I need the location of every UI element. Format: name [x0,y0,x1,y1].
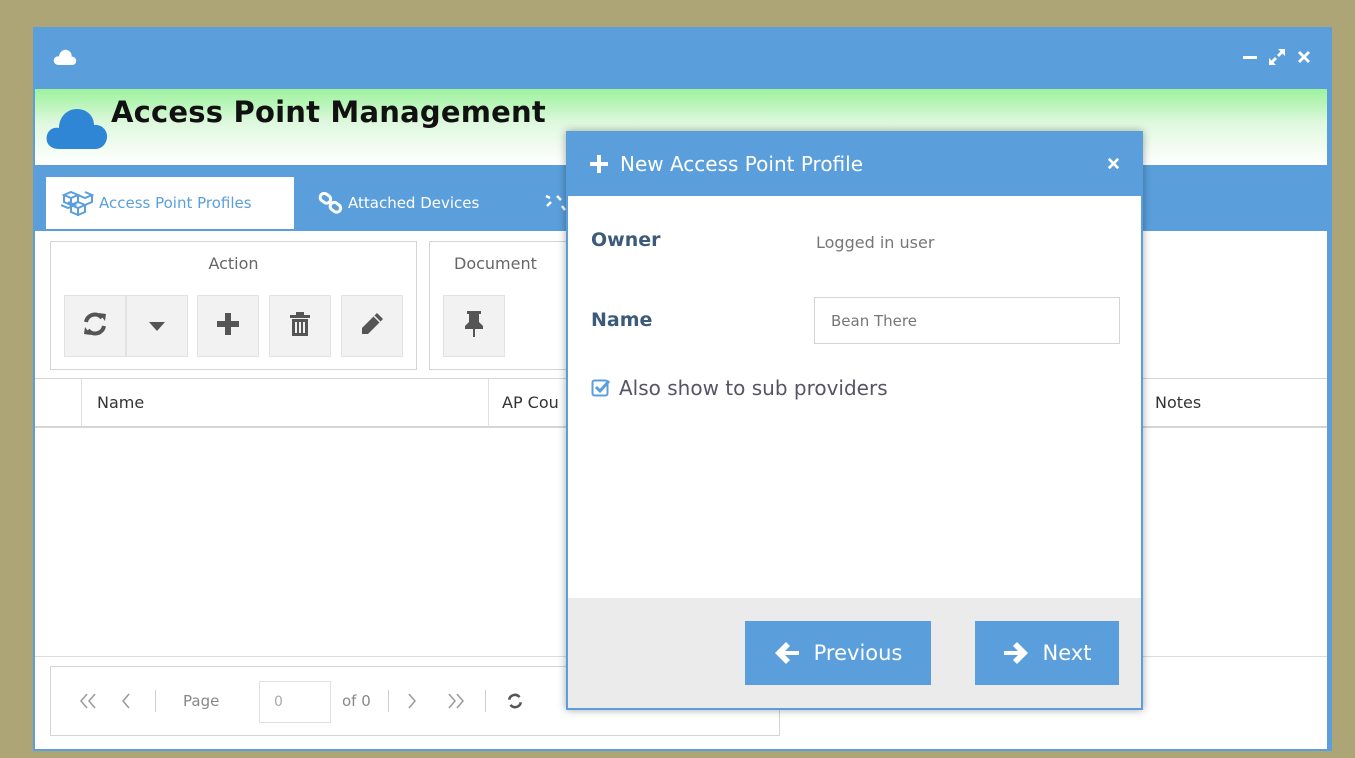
cloud-icon [53,49,77,69]
document-group-label: Document [454,254,537,273]
column-header-ap-count[interactable]: AP Cou [502,379,559,426]
new-profile-dialog: New Access Point Profile Owner Logged in… [566,131,1143,710]
name-field[interactable] [814,297,1120,344]
arrow-right-icon [1003,641,1029,665]
next-button-label: Next [1042,641,1092,665]
tab-attached-devices[interactable]: Attached Devices [308,177,489,229]
dialog-close-icon[interactable] [1106,156,1121,175]
previous-button-label: Previous [813,641,903,665]
plus-icon [216,312,240,340]
page-label: Page [183,692,220,710]
dropdown-button[interactable] [126,295,188,357]
page-number-input[interactable] [259,681,331,723]
sub-providers-checkbox-row[interactable]: Also show to sub providers [591,376,888,400]
window-controls [1242,48,1312,70]
page-title: Access Point Management [111,95,546,129]
add-button[interactable] [197,295,259,357]
next-button[interactable]: Next [975,621,1119,685]
cloud-logo-icon [45,105,109,153]
edit-button[interactable] [341,295,403,357]
tab-label: Access Point Profiles [99,194,252,212]
dialog-footer: Previous Next [568,598,1141,708]
refresh-button[interactable] [64,295,126,357]
first-page-icon[interactable] [79,667,97,735]
expand-icon[interactable] [1268,48,1286,70]
prev-page-icon[interactable] [121,667,131,735]
page-of-label: of 0 [342,692,371,710]
caret-down-icon [149,317,165,336]
dialog-title: New Access Point Profile [590,131,863,196]
sub-providers-label: Also show to sub providers [619,376,888,400]
column-header-name[interactable]: Name [97,379,144,426]
trash-icon [289,311,311,341]
pager-separator [155,690,156,712]
pager-separator [388,690,389,712]
pin-button[interactable] [443,295,505,357]
title-bar [33,27,1332,89]
next-page-icon[interactable] [407,667,417,735]
last-page-icon[interactable] [447,667,465,735]
cubes-icon [61,190,95,216]
document-group: Document [429,241,579,370]
pager-refresh-icon[interactable] [506,667,524,735]
column-header-notes[interactable]: Notes [1155,379,1201,426]
column-separator [488,379,489,426]
owner-value: Logged in user [816,233,935,252]
dialog-body: Owner Logged in user Name Also show to s… [568,196,1141,598]
plus-icon [590,154,608,173]
tab-access-point-profiles[interactable]: Access Point Profiles [46,177,294,229]
dialog-title-text: New Access Point Profile [620,151,864,176]
tab-label: Attached Devices [348,194,480,212]
dialog-header: New Access Point Profile [566,131,1143,196]
previous-button[interactable]: Previous [745,621,931,685]
pager-separator [485,690,486,712]
name-label: Name [591,309,653,331]
close-icon[interactable] [1296,49,1312,69]
column-separator [81,379,82,426]
action-group: Action [50,241,417,370]
link-icon [318,192,344,214]
arrow-left-icon [774,641,800,665]
refresh-icon [81,310,109,342]
owner-label: Owner [591,229,661,251]
pin-icon [464,310,484,342]
action-group-label: Action [208,254,259,273]
pencil-icon [359,311,385,341]
delete-button[interactable] [269,295,331,357]
minimize-icon[interactable] [1242,49,1258,69]
checkbox-checked-icon[interactable] [591,378,611,398]
